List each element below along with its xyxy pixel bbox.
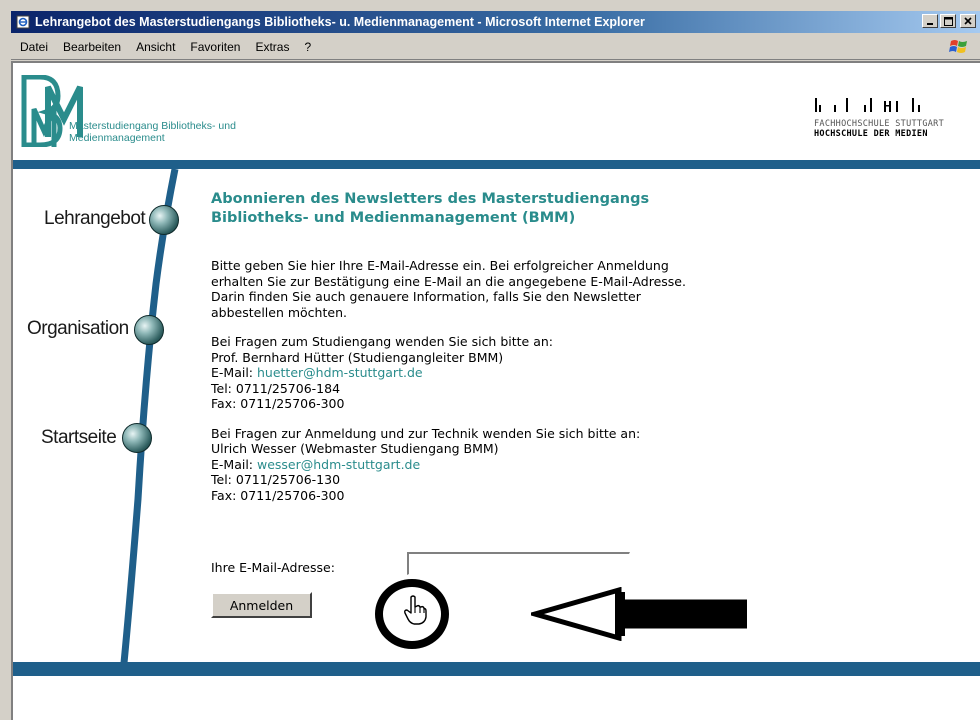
intro-text: Bitte geben Sie hier Ihre E-Mail-Adresse…	[211, 258, 686, 320]
contact1-fax: Fax: 0711/25706-300	[211, 396, 345, 411]
contact1-email-row: E-Mail: huetter@hdm-stuttgart.de	[211, 365, 791, 381]
title-bar: Lehrangebot des Masterstudiengangs Bibli…	[11, 11, 980, 33]
page-viewport: Masterstudiengang Bibliotheks- und Medie…	[11, 61, 980, 720]
nav-bullet-icon[interactable]	[149, 205, 179, 235]
hand-cursor-icon	[404, 595, 427, 625]
nav-item-organisation[interactable]: Organisation	[27, 318, 129, 340]
contact2-email-row: E-Mail: wesser@hdm-stuttgart.de	[211, 457, 791, 473]
minimize-button[interactable]	[922, 14, 938, 28]
contact2-fax: Fax: 0711/25706-300	[211, 487, 345, 503]
menu-item-extras[interactable]: Extras	[255, 40, 289, 54]
footer-band	[13, 662, 980, 676]
window-controls	[922, 14, 976, 28]
header-band	[13, 160, 980, 169]
contact1-tel: Tel: 0711/25706-184	[211, 380, 341, 396]
menu-item-help[interactable]: ?	[304, 40, 311, 54]
hdm-line1: FACHHOCHSCHULE STUTTGART	[814, 119, 945, 129]
contact1-intro: Bei Fragen zum Studiengang wenden Sie si…	[211, 334, 553, 349]
nav-item-startseite[interactable]: Startseite	[41, 427, 117, 449]
hdm-logo: FACHHOCHSCHULE STUTTGART HOCHSCHULE DER …	[814, 97, 974, 139]
menu-item-favoriten[interactable]: Favoriten	[190, 40, 240, 54]
bmm-subtitle-line1: Masterstudiengang Bibliotheks- und	[69, 120, 236, 132]
hdm-bars-icon	[815, 98, 920, 112]
nav-bullet-icon[interactable]	[122, 423, 152, 453]
bmm-subtitle-line2: Medienmanagement	[69, 132, 165, 144]
subscribe-button[interactable]: Anmelden	[211, 592, 312, 618]
menu-item-ansicht[interactable]: Ansicht	[136, 40, 175, 54]
page-title: Abonnieren des Newsletters des Masterstu…	[211, 190, 791, 228]
browser-window: Lehrangebot des Masterstudiengangs Bibli…	[0, 0, 980, 720]
contact2-tel: Tel: 0711/25706-130	[211, 472, 341, 487]
nav-item-lehrangebot[interactable]: Lehrangebot	[44, 208, 146, 230]
contact2-email-label: E-Mail:	[211, 456, 257, 472]
ie-page-icon	[15, 14, 31, 30]
contact2-intro: Bei Fragen zur Anmeldung und zur Technik…	[211, 425, 641, 441]
main-content: Abonnieren des Newsletters des Masterstu…	[211, 190, 791, 503]
page-title-line2: Bibliotheks- und Medienmanagement (BMM)	[211, 210, 576, 226]
maximize-button[interactable]	[940, 14, 956, 28]
pointer-arrow-icon	[531, 587, 747, 641]
contact-block-2: Bei Fragen zur Anmeldung und zur Technik…	[211, 426, 791, 504]
page-bottom	[13, 676, 980, 720]
menu-bar: Datei Bearbeiten Ansicht Favoriten Extra…	[11, 34, 980, 60]
menu-item-bearbeiten[interactable]: Bearbeiten	[63, 40, 121, 54]
nav-bullet-icon[interactable]	[134, 315, 164, 345]
contact-block-1: Bei Fragen zum Studiengang wenden Sie si…	[211, 334, 791, 412]
contact2-email-link[interactable]: wesser@hdm-stuttgart.de	[257, 457, 420, 472]
email-input[interactable]	[407, 552, 630, 575]
nav-curve	[120, 169, 179, 663]
close-button[interactable]	[960, 14, 976, 28]
contact1-email-link[interactable]: huetter@hdm-stuttgart.de	[257, 365, 423, 380]
contact2-name: Ulrich Wesser (Webmaster Studiengang BMM…	[211, 441, 499, 456]
bmm-subtitle: Masterstudiengang Bibliotheks- und Medie…	[69, 120, 236, 144]
window-title: Lehrangebot des Masterstudiengangs Bibli…	[35, 15, 645, 29]
windows-logo-icon	[948, 37, 970, 57]
menu-item-datei[interactable]: Datei	[20, 40, 48, 54]
hdm-line2: HOCHSCHULE DER MEDIEN	[814, 129, 928, 139]
email-label: Ihre E-Mail-Adresse:	[211, 560, 335, 575]
contact1-name: Prof. Bernhard Hütter (Studiengangleiter…	[211, 349, 504, 365]
contact1-email-label: E-Mail:	[211, 365, 257, 380]
page-title-line1: Abonnieren des Newsletters des Masterstu…	[211, 191, 650, 207]
